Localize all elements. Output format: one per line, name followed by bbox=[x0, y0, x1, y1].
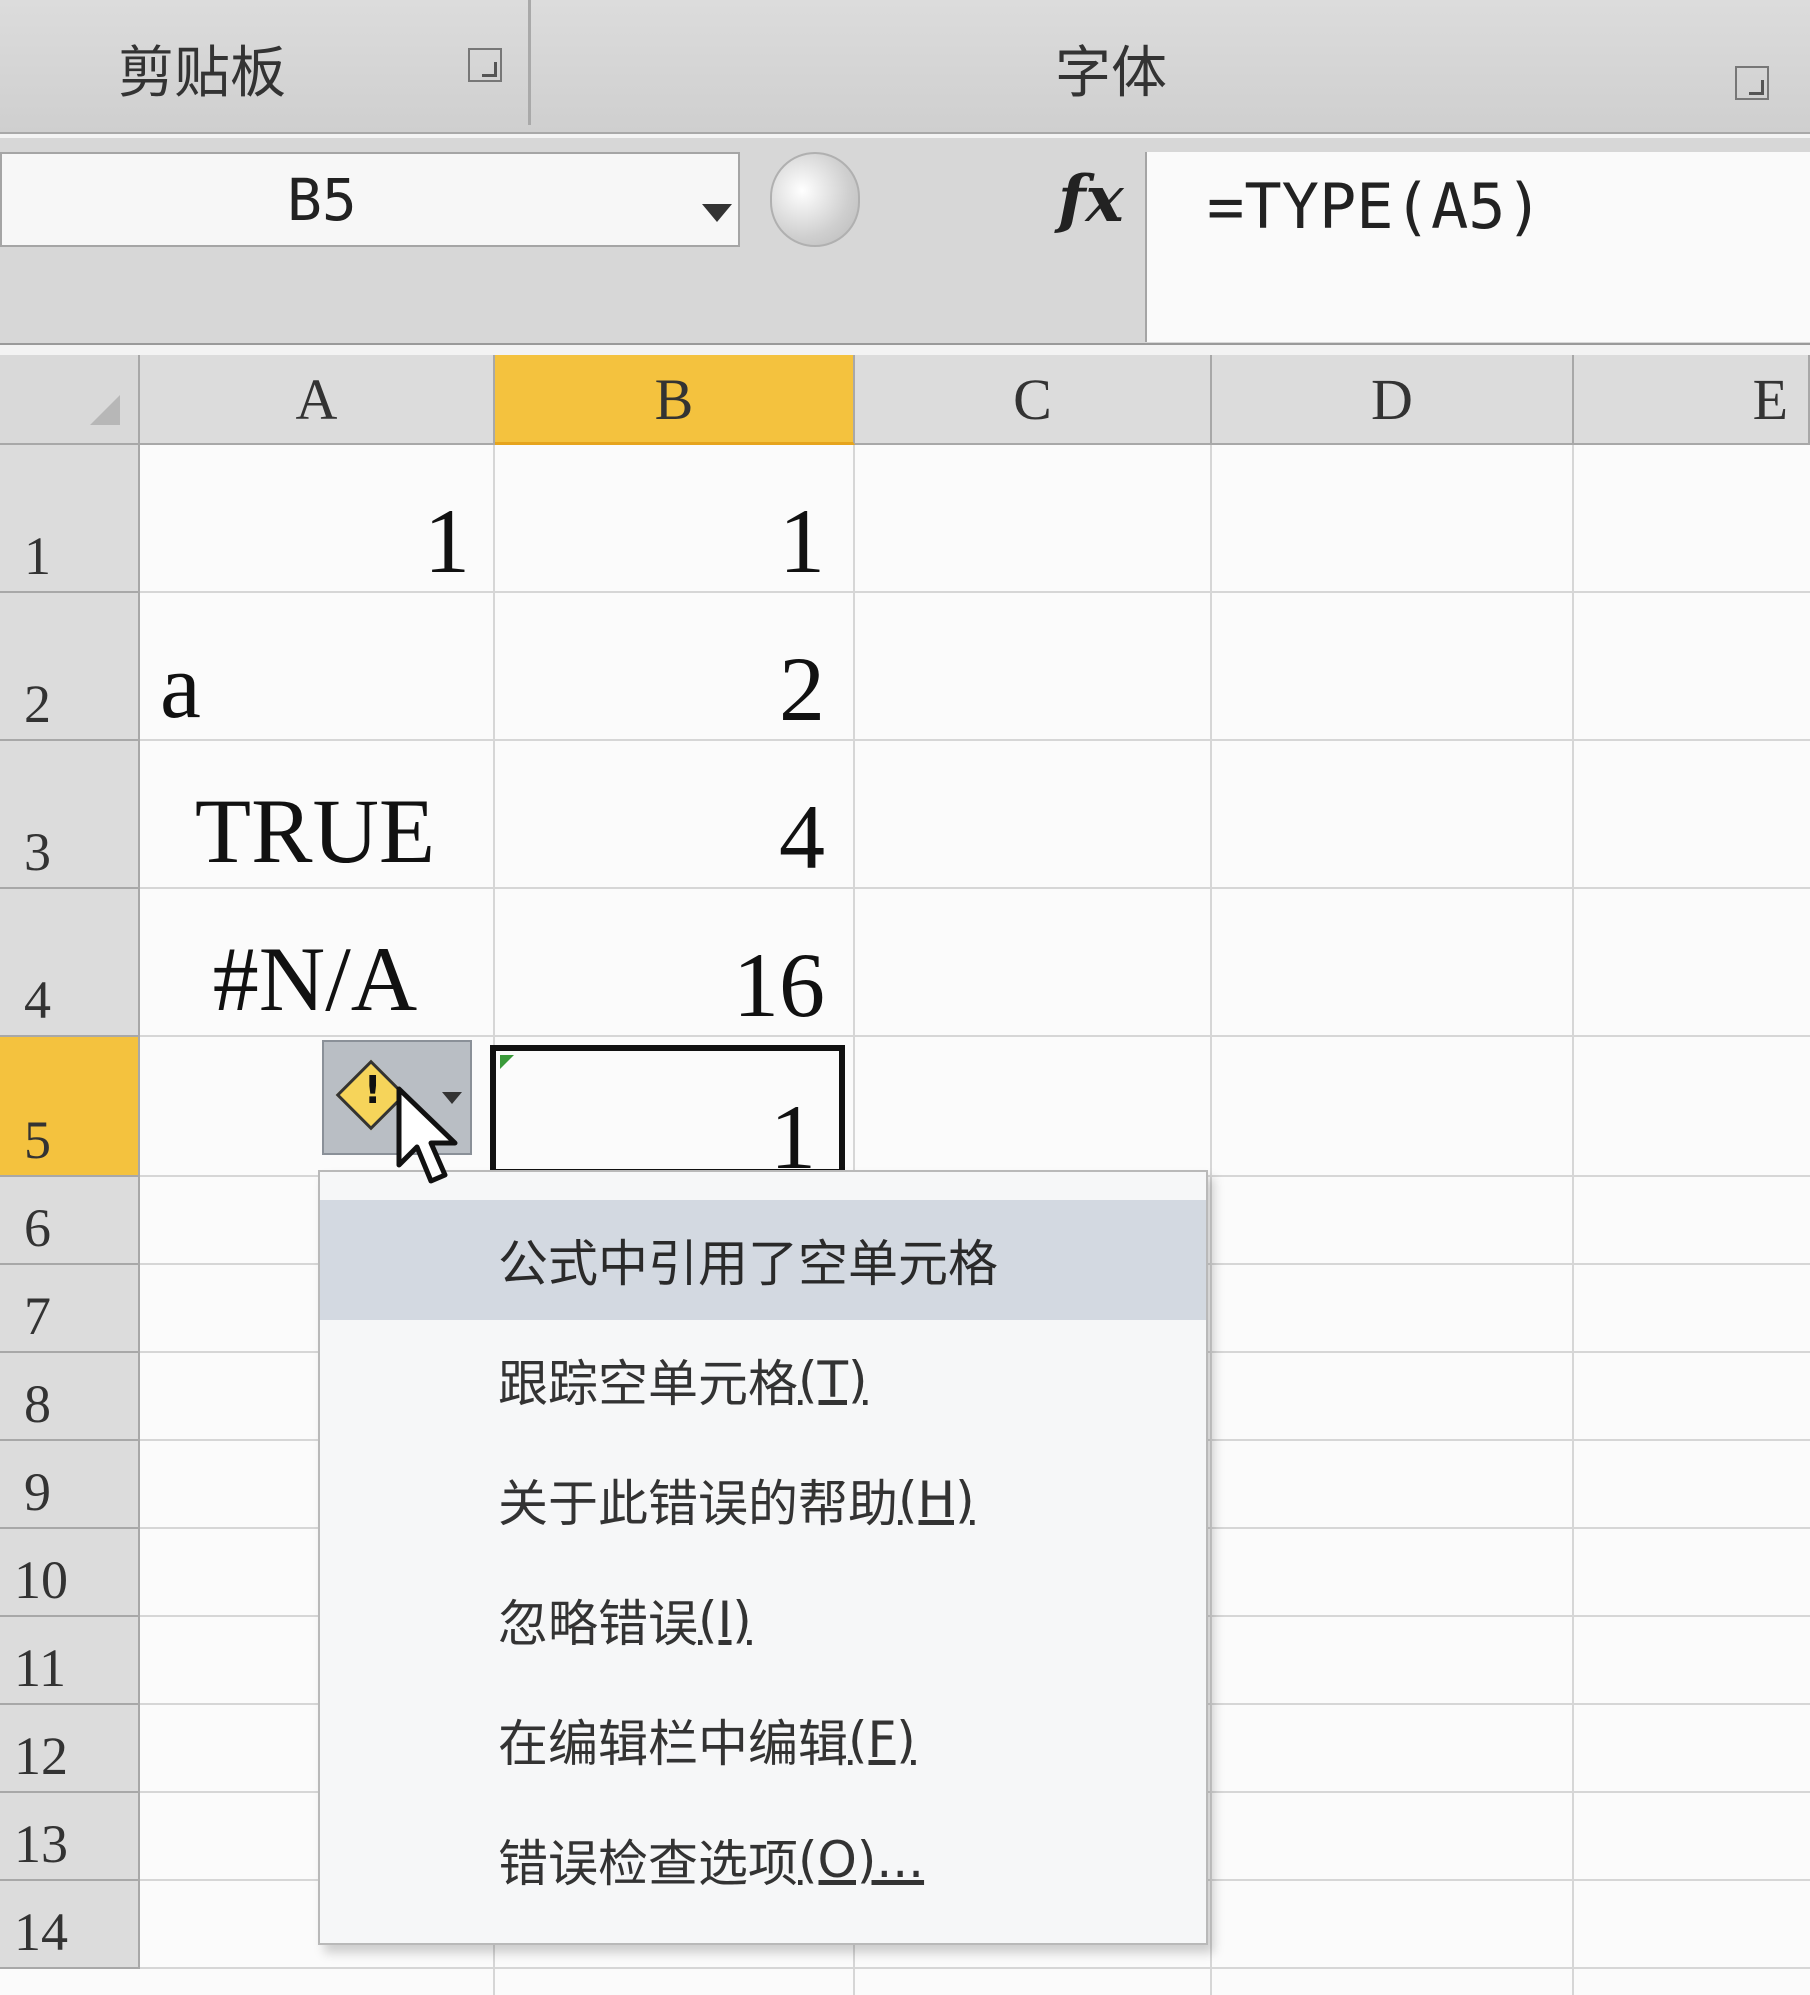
menu-item-label: 在编辑栏中编辑 bbox=[498, 1715, 848, 1773]
error-warning-mark: ! bbox=[364, 1068, 382, 1112]
cell-b3[interactable]: 4 bbox=[500, 791, 825, 883]
gridline bbox=[140, 739, 1810, 741]
cell-b2[interactable]: 2 bbox=[500, 643, 825, 735]
error-options-menu: 公式中引用了空单元格 跟踪空单元格 (T) 关于此错误的帮助 (H) 忽略错误 (I)… bbox=[318, 1170, 1208, 1945]
row-header-3[interactable]: 3 bbox=[0, 741, 140, 889]
active-cell-b5[interactable]: 1 bbox=[490, 1045, 845, 1183]
mouse-cursor-icon bbox=[396, 1086, 458, 1184]
clipboard-dialog-launcher-icon[interactable] bbox=[468, 48, 502, 82]
cell-a3[interactable]: TRUE bbox=[150, 785, 480, 877]
name-box[interactable]: B5 bbox=[0, 152, 740, 247]
menu-item-edit-in-formula-bar[interactable]: 在编辑栏中编辑 (F) bbox=[320, 1680, 1206, 1800]
cell-a1[interactable]: 1 bbox=[150, 495, 470, 587]
gridline bbox=[1572, 445, 1574, 1995]
row-header-14[interactable]: 14 bbox=[0, 1881, 140, 1969]
menu-item-label: 错误检查选项 bbox=[498, 1835, 798, 1893]
gridline bbox=[140, 887, 1810, 889]
formula-text: =TYPE(A5) bbox=[1207, 170, 1543, 243]
menu-header: 公式中引用了空单元格 bbox=[320, 1200, 1206, 1320]
row-header-9[interactable]: 9 bbox=[0, 1441, 140, 1529]
ribbon: 剪贴板 字体 bbox=[0, 0, 1810, 134]
row-header-7[interactable]: 7 bbox=[0, 1265, 140, 1353]
row-header-6[interactable]: 6 bbox=[0, 1177, 140, 1265]
menu-item-label: 忽略错误 bbox=[498, 1595, 698, 1653]
row-header-12[interactable]: 12 bbox=[0, 1705, 140, 1793]
gridline bbox=[1210, 445, 1212, 1995]
row-header-2[interactable]: 2 bbox=[0, 593, 140, 741]
font-group-label: 字体 bbox=[1055, 41, 1167, 106]
row-header-4[interactable]: 4 bbox=[0, 889, 140, 1037]
column-header-e[interactable]: E bbox=[1574, 355, 1810, 445]
row-header-8[interactable]: 8 bbox=[0, 1353, 140, 1441]
select-all-icon[interactable] bbox=[0, 355, 140, 445]
column-header-d[interactable]: D bbox=[1212, 355, 1574, 445]
menu-item-ignore-error[interactable]: 忽略错误 (I) bbox=[320, 1560, 1206, 1680]
row-header-13[interactable]: 13 bbox=[0, 1793, 140, 1881]
menu-item-trace-empty-cell[interactable]: 跟踪空单元格 (T) bbox=[320, 1320, 1206, 1440]
error-indicator-icon bbox=[500, 1055, 514, 1069]
formula-input[interactable]: =TYPE(A5) bbox=[1145, 152, 1810, 342]
ribbon-group-divider bbox=[528, 0, 531, 125]
menu-item-error-checking-options[interactable]: 错误检查选项 (O)... bbox=[320, 1800, 1206, 1920]
cell-a4[interactable]: #N/A bbox=[150, 933, 480, 1025]
menu-item-shortcut: (T) bbox=[798, 1351, 868, 1409]
font-dialog-launcher-icon[interactable] bbox=[1735, 66, 1769, 100]
menu-item-shortcut: (F) bbox=[848, 1711, 916, 1769]
row-header-5[interactable]: 5 bbox=[0, 1037, 140, 1177]
menu-item-shortcut: (I) bbox=[698, 1591, 752, 1649]
row-header-1[interactable]: 1 bbox=[0, 445, 140, 593]
column-header-b[interactable]: B bbox=[495, 355, 855, 445]
column-header-c[interactable]: C bbox=[855, 355, 1212, 445]
cell-b4[interactable]: 16 bbox=[500, 939, 825, 1031]
formula-bar-splitter-handle[interactable] bbox=[770, 152, 860, 247]
cell-a2[interactable]: a bbox=[160, 640, 480, 732]
gridline bbox=[140, 591, 1810, 593]
menu-item-help-on-error[interactable]: 关于此错误的帮助 (H) bbox=[320, 1440, 1206, 1560]
row-header-10[interactable]: 10 bbox=[0, 1529, 140, 1617]
cell-b1[interactable]: 1 bbox=[500, 495, 825, 587]
gridline bbox=[140, 1035, 1810, 1037]
menu-item-label: 关于此错误的帮助 bbox=[498, 1475, 898, 1533]
column-header-a[interactable]: A bbox=[140, 355, 495, 445]
menu-item-shortcut: (O)... bbox=[798, 1831, 925, 1889]
name-box-dropdown-icon[interactable] bbox=[702, 204, 732, 222]
menu-item-label: 跟踪空单元格 bbox=[498, 1355, 798, 1413]
clipboard-group-label: 剪贴板 bbox=[118, 41, 286, 106]
menu-item-shortcut: (H) bbox=[898, 1471, 975, 1529]
fx-icon[interactable]: fx bbox=[1058, 162, 1124, 237]
name-box-value: B5 bbox=[287, 166, 357, 234]
gridline bbox=[140, 1967, 1810, 1969]
formula-bar: B5 fx =TYPE(A5) bbox=[0, 138, 1810, 345]
row-header-11[interactable]: 11 bbox=[0, 1617, 140, 1705]
